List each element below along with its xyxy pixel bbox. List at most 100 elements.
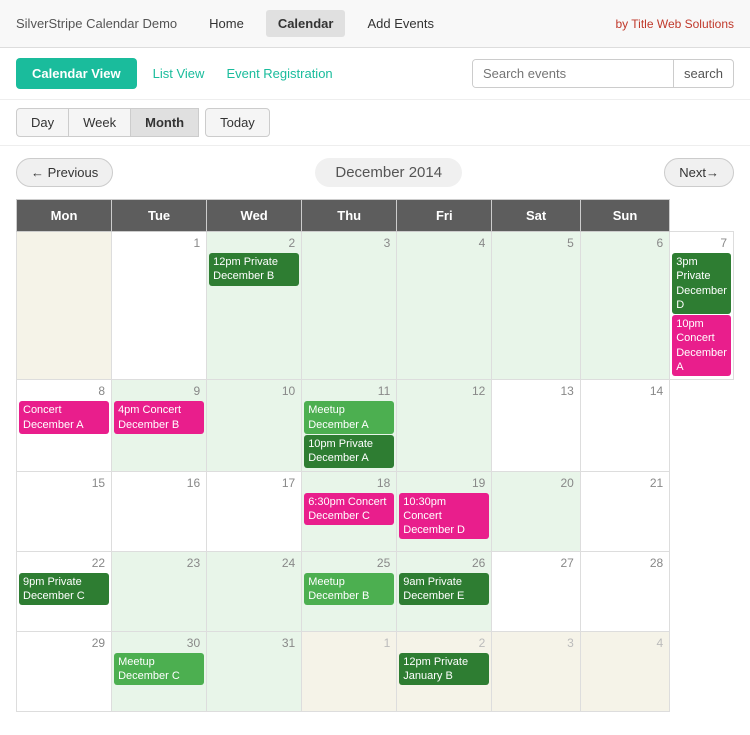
day-number: 30 <box>114 634 204 652</box>
month-view-button[interactable]: Month <box>131 108 199 137</box>
top-nav: SilverStripe Calendar Demo Home Calendar… <box>0 0 750 48</box>
day-number: 5 <box>494 234 578 252</box>
day-number: 22 <box>19 554 109 572</box>
calendar-day: 14 <box>580 380 669 471</box>
weekday-header-thu: Thu <box>302 200 397 232</box>
calendar-table: MonTueWedThuFriSatSun 1212pm Private Dec… <box>16 199 734 712</box>
day-number: 20 <box>494 474 578 492</box>
weekday-header-fri: Fri <box>397 200 492 232</box>
calendar-event[interactable]: 9pm Private December C <box>19 573 109 606</box>
calendar-day: 30Meetup December C <box>112 631 207 711</box>
calendar-event[interactable]: Concert December A <box>19 401 109 434</box>
calendar-view-button[interactable]: Calendar View <box>16 58 137 89</box>
month-label: December 2014 <box>315 158 462 187</box>
list-view-link[interactable]: List View <box>147 62 211 85</box>
calendar-event[interactable]: 9am Private December E <box>399 573 489 606</box>
calendar: MonTueWedThuFriSatSun 1212pm Private Dec… <box>0 199 750 728</box>
nav-add-events[interactable]: Add Events <box>355 10 446 37</box>
search-button[interactable]: search <box>673 60 733 87</box>
calendar-day: 229pm Private December C <box>17 551 112 631</box>
day-number: 17 <box>209 474 299 492</box>
day-number: 25 <box>304 554 394 572</box>
calendar-event[interactable]: 10pm Concert December A <box>672 315 731 376</box>
next-button[interactable]: Next→ <box>664 158 734 187</box>
calendar-day: 3 <box>492 631 581 711</box>
search-input[interactable] <box>473 60 673 87</box>
calendar-day: 23 <box>112 551 207 631</box>
calendar-day: 24 <box>207 551 302 631</box>
calendar-day: 8Concert December A <box>17 380 112 471</box>
calendar-event[interactable]: 12pm Private January B <box>399 653 489 686</box>
nav-links: Home Calendar Add Events <box>197 10 615 37</box>
weekday-header-mon: Mon <box>17 200 112 232</box>
calendar-day: 15 <box>17 471 112 551</box>
calendar-event[interactable]: 3pm Private December D <box>672 253 731 314</box>
day-number: 12 <box>399 382 489 400</box>
day-number: 24 <box>209 554 299 572</box>
search-container: search <box>472 59 734 88</box>
day-number: 15 <box>19 474 109 492</box>
calendar-event[interactable]: 10pm Private December A <box>304 435 394 468</box>
today-button[interactable]: Today <box>205 108 270 137</box>
day-number: 4 <box>399 234 489 252</box>
day-number: 23 <box>114 554 204 572</box>
calendar-day: 5 <box>492 232 581 380</box>
calendar-day: 1 <box>112 232 207 380</box>
day-number: 1 <box>304 634 394 652</box>
calendar-day: 94pm Concert December B <box>112 380 207 471</box>
weekday-header-wed: Wed <box>207 200 302 232</box>
view-buttons: Day Week Month Today <box>0 100 750 146</box>
calendar-day <box>17 232 112 380</box>
nav-calendar[interactable]: Calendar <box>266 10 346 37</box>
calendar-day: 6 <box>580 232 669 380</box>
calendar-day: 212pm Private December B <box>207 232 302 380</box>
event-registration-link[interactable]: Event Registration <box>220 62 338 85</box>
calendar-event[interactable]: 4pm Concert December B <box>114 401 204 434</box>
calendar-day: 13 <box>492 380 581 471</box>
calendar-day: 73pm Private December D10pm Concert Dece… <box>670 232 734 380</box>
day-number: 14 <box>583 382 667 400</box>
calendar-day: 17 <box>207 471 302 551</box>
calendar-day: 10 <box>207 380 302 471</box>
day-number: 28 <box>583 554 667 572</box>
day-number: 4 <box>583 634 667 652</box>
weekday-header-sun: Sun <box>580 200 669 232</box>
calendar-event[interactable]: Meetup December C <box>114 653 204 686</box>
weekday-header-tue: Tue <box>112 200 207 232</box>
day-number: 10 <box>209 382 299 400</box>
day-number: 11 <box>304 382 394 400</box>
day-number: 16 <box>114 474 204 492</box>
day-number: 31 <box>209 634 299 652</box>
calendar-day: 1910:30pm Concert December D <box>397 471 492 551</box>
previous-button[interactable]: ← Previous <box>16 158 113 187</box>
calendar-event[interactable]: Meetup December A <box>304 401 394 434</box>
day-number: 26 <box>399 554 489 572</box>
week-view-button[interactable]: Week <box>69 108 131 137</box>
day-number: 7 <box>672 234 731 252</box>
day-number: 6 <box>583 234 667 252</box>
day-number: 2 <box>209 234 299 252</box>
day-number: 21 <box>583 474 667 492</box>
calendar-day: 212pm Private January B <box>397 631 492 711</box>
calendar-event[interactable]: 12pm Private December B <box>209 253 299 286</box>
calendar-day: 28 <box>580 551 669 631</box>
calendar-day: 186:30pm Concert December C <box>302 471 397 551</box>
calendar-day: 21 <box>580 471 669 551</box>
calendar-day: 12 <box>397 380 492 471</box>
day-number: 18 <box>304 474 394 492</box>
calendar-event[interactable]: 6:30pm Concert December C <box>304 493 394 526</box>
calendar-event[interactable]: 10:30pm Concert December D <box>399 493 489 540</box>
day-view-button[interactable]: Day <box>16 108 69 137</box>
day-number: 19 <box>399 474 489 492</box>
calendar-day: 4 <box>397 232 492 380</box>
calendar-day: 29 <box>17 631 112 711</box>
day-number: 9 <box>114 382 204 400</box>
calendar-day: 269am Private December E <box>397 551 492 631</box>
nav-home[interactable]: Home <box>197 10 256 37</box>
calendar-event[interactable]: Meetup December B <box>304 573 394 606</box>
calendar-day: 20 <box>492 471 581 551</box>
calendar-day: 4 <box>580 631 669 711</box>
weekday-header-sat: Sat <box>492 200 581 232</box>
calendar-day: 11Meetup December A10pm Private December… <box>302 380 397 471</box>
sub-nav: Calendar View List View Event Registrati… <box>0 48 750 100</box>
